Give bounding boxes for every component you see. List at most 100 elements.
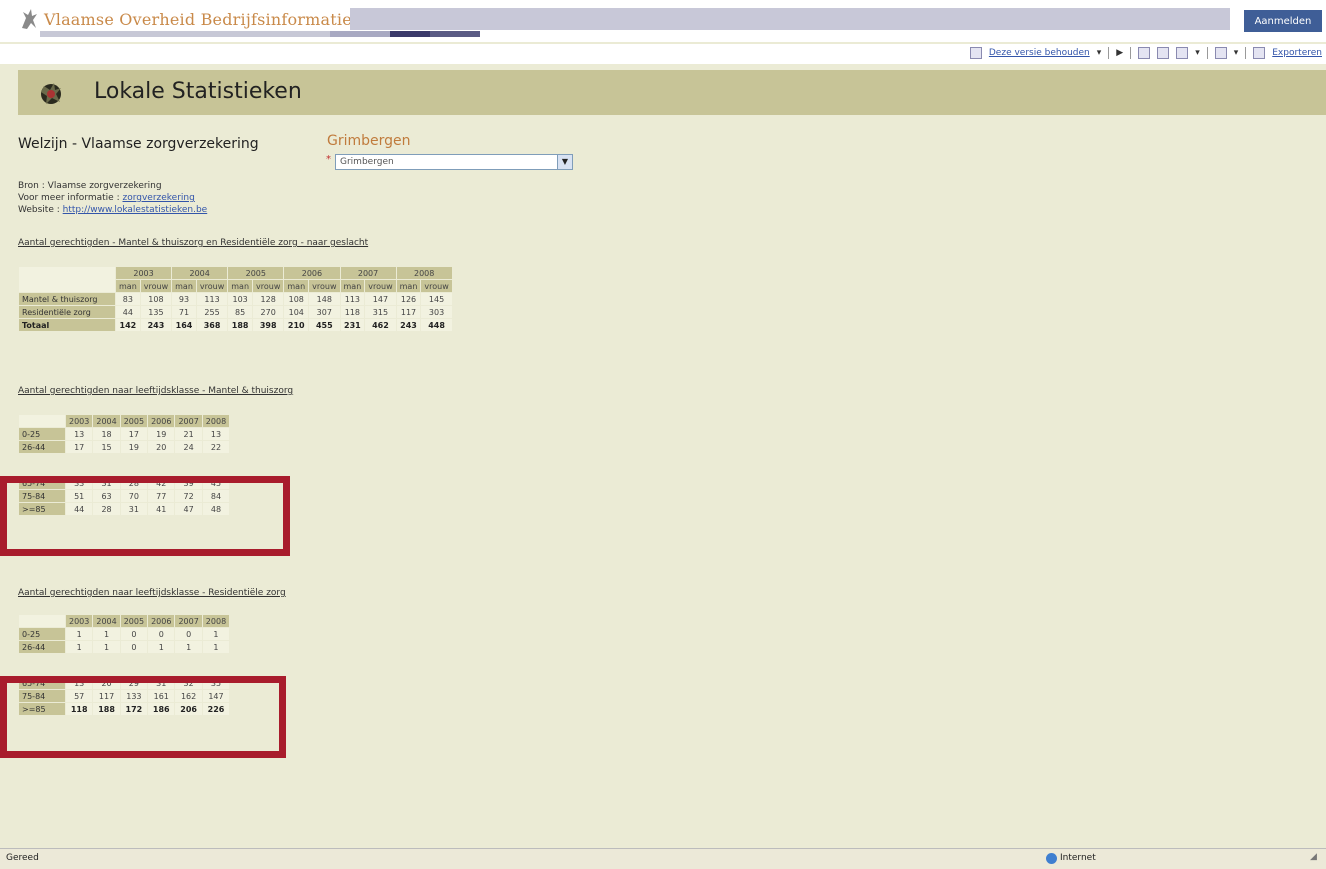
sex-header: vrouw (252, 279, 285, 293)
table-row: Mantel & thuiszorg 83 108 93 113 103 128… (18, 292, 453, 306)
year-header: 2005 (119, 414, 149, 428)
municipality-label: Grimbergen (327, 133, 411, 149)
table-cell: 19 (119, 440, 149, 454)
page-action-button[interactable]: Deze versie behouden (989, 48, 1090, 58)
browser-top-bar: Vlaamse Overheid Bedrijfsinformatie Plat… (0, 0, 1326, 42)
table-header-row: 2003 2004 2005 2006 2007 2008 (18, 614, 231, 628)
flemish-lion-icon (22, 9, 37, 29)
sex-header: man (171, 279, 197, 293)
table-cell: 13 (64, 427, 94, 441)
sex-header: vrouw (195, 279, 229, 293)
table-cell: 145 (420, 292, 453, 306)
table-row: 26-44 17 15 19 20 24 22 (18, 440, 231, 454)
year-header: 2008 (201, 614, 231, 628)
signin-button[interactable]: Aanmelden (1244, 10, 1322, 32)
table-cell: 71 (171, 305, 197, 319)
sex-header: vrouw (364, 279, 397, 293)
table-cell: 142 (115, 318, 141, 332)
table-cell: 128 (252, 292, 285, 306)
table-header-row: 2003 2004 2005 2006 2007 2008 (18, 414, 231, 428)
export-button[interactable]: Exporteren (1272, 48, 1322, 58)
lion-logo-icon (41, 83, 61, 104)
toolbar-separator (1245, 47, 1247, 59)
year-header: 2004 (171, 266, 229, 280)
highlight-box (0, 476, 290, 556)
table-row: 26-44 1 1 0 1 1 1 (18, 640, 231, 654)
row-label: 0-25 (18, 627, 66, 641)
toolbar-separator (1108, 47, 1110, 59)
chevron-down-icon[interactable]: ▾ (1195, 48, 1200, 58)
table-cell: 188 (227, 318, 254, 332)
forward-icon[interactable] (1157, 47, 1170, 59)
year-header: 2005 (119, 614, 149, 628)
table-cell: 398 (252, 318, 285, 332)
table-gap-row (19, 454, 230, 477)
year-header: 2004 (92, 414, 121, 428)
source-line: Bron : Vlaamse zorgverzekering (18, 180, 207, 192)
table-cell: 255 (195, 305, 229, 319)
table-cell: 1 (64, 640, 94, 654)
resize-grip-icon[interactable]: ◢ (1310, 852, 1322, 864)
table-cell: 126 (395, 292, 422, 306)
table-cell: 93 (171, 292, 197, 306)
year-header: 2007 (174, 414, 203, 428)
table-cell: 22 (201, 440, 231, 454)
print-icon[interactable] (1176, 47, 1189, 59)
chevron-down-icon[interactable]: ▾ (1234, 48, 1239, 58)
sex-header: man (395, 279, 422, 293)
table-cell: 13 (201, 427, 231, 441)
table-cell: 19 (147, 427, 176, 441)
table-cell: 315 (364, 305, 397, 319)
table-cell: 108 (283, 292, 310, 306)
table-cell: 0 (174, 627, 203, 641)
table-cell: 20 (147, 440, 176, 454)
chevron-down-icon[interactable]: ▼ (557, 155, 572, 169)
sex-header: man (227, 279, 254, 293)
table-cell: 270 (252, 305, 285, 319)
table-caption: Aantal gerechtigden naar leeftijdsklasse… (18, 386, 294, 396)
table-cell: 1 (174, 640, 203, 654)
table-cell: 24 (174, 440, 203, 454)
website-line: Website : http://www.lokalestatistieken.… (18, 204, 207, 216)
website-label: Website : (18, 205, 60, 215)
table-cell: 103 (227, 292, 254, 306)
table-corner (18, 614, 66, 628)
year-header: 2006 (147, 614, 176, 628)
row-label: 26-44 (18, 440, 66, 454)
sex-header: man (339, 279, 366, 293)
table-cell: 118 (339, 305, 366, 319)
page-title: Lokale Statistieken (94, 79, 302, 104)
required-marker: * (326, 154, 331, 165)
table-cell: 17 (64, 440, 94, 454)
tools-icon[interactable] (1214, 47, 1227, 59)
table-cell: 1 (147, 640, 176, 654)
year-header: 2008 (201, 414, 231, 428)
website-link[interactable]: http://www.lokalestatistieken.be (63, 205, 208, 215)
table-cell: 147 (364, 292, 397, 306)
toolbar-separator (1130, 47, 1132, 59)
table-cell: 448 (420, 318, 453, 332)
sex-header: vrouw (420, 279, 453, 293)
year-header: 2003 (64, 414, 94, 428)
year-header: 2005 (227, 266, 285, 280)
table-row: Residentiële zorg 44 135 71 255 85 270 1… (18, 305, 453, 319)
row-label: Mantel & thuiszorg (18, 292, 116, 306)
municipality-select[interactable]: Grimbergen ▼ (335, 154, 573, 170)
sex-header: man (283, 279, 310, 293)
info-link[interactable]: zorgverzekering (122, 193, 194, 203)
chevron-down-icon[interactable]: ▾ (1097, 48, 1102, 58)
table-row: 0-25 1 1 0 0 0 1 (18, 627, 231, 641)
sex-header: vrouw (308, 279, 341, 293)
table-cell: 1 (92, 640, 121, 654)
table-cell: 0 (119, 627, 149, 641)
back-icon[interactable] (1138, 47, 1151, 59)
table-cell: 210 (283, 318, 310, 332)
table-caption: Aantal gerechtigden - Mantel & thuiszorg… (18, 238, 369, 248)
play-icon[interactable]: ▶ (1116, 48, 1123, 58)
table-cell: 135 (139, 305, 173, 319)
globe-icon (1046, 853, 1057, 864)
table-cell: 1 (201, 640, 231, 654)
table-cell: 1 (201, 627, 231, 641)
table-cell: 108 (139, 292, 173, 306)
table-cell: 18 (92, 427, 121, 441)
